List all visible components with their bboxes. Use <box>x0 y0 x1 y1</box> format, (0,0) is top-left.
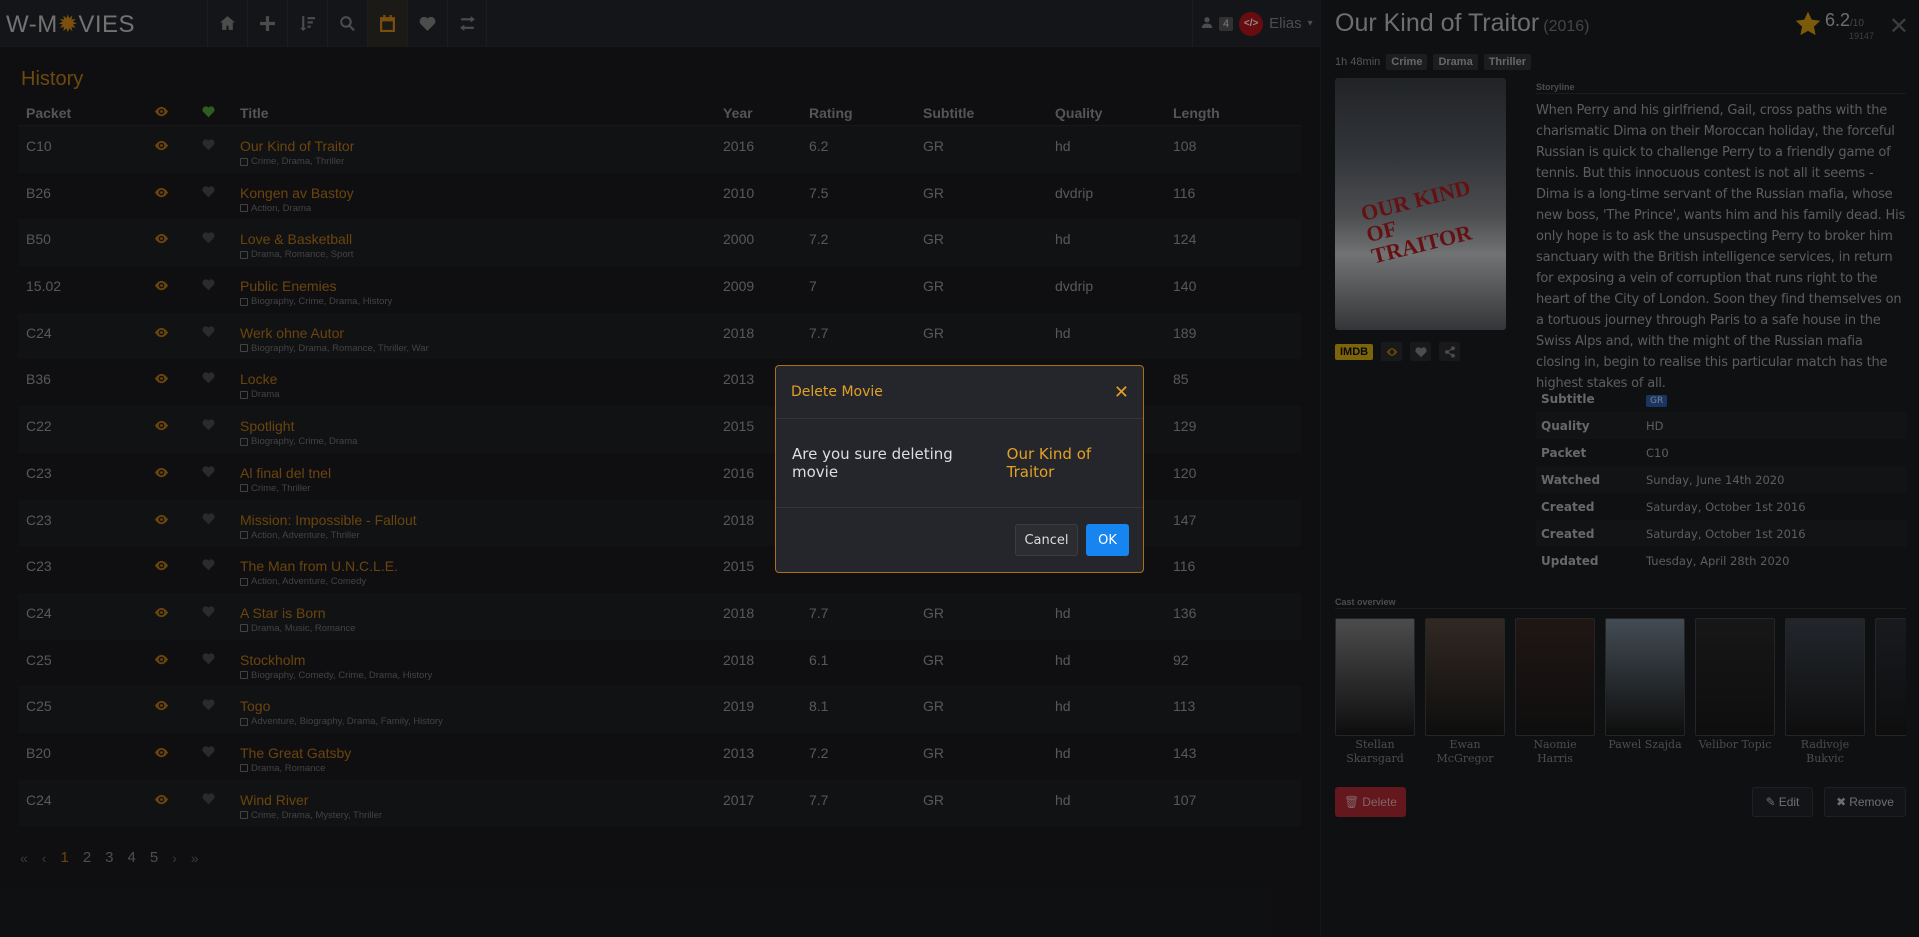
modal-question: Are you sure deleting movie <box>792 445 953 481</box>
modal-movie-name: Our Kind of Traitor <box>1006 445 1092 481</box>
modal-body: Are you sure deleting movie Our Kind of … <box>776 419 1143 508</box>
modal-title: Delete Movie <box>791 384 883 400</box>
app: W-M✹VIES 4 </> Elias ▾ History Packet Ti… <box>0 0 1919 937</box>
close-icon[interactable]: ✕ <box>1114 383 1129 401</box>
cancel-button[interactable]: Cancel <box>1015 524 1078 556</box>
ok-button[interactable]: OK <box>1086 524 1129 556</box>
delete-movie-modal: Delete Movie ✕ Are you sure deleting mov… <box>775 365 1144 573</box>
modal-header: Delete Movie ✕ <box>776 366 1143 419</box>
modal-footer: Cancel OK <box>776 508 1143 572</box>
